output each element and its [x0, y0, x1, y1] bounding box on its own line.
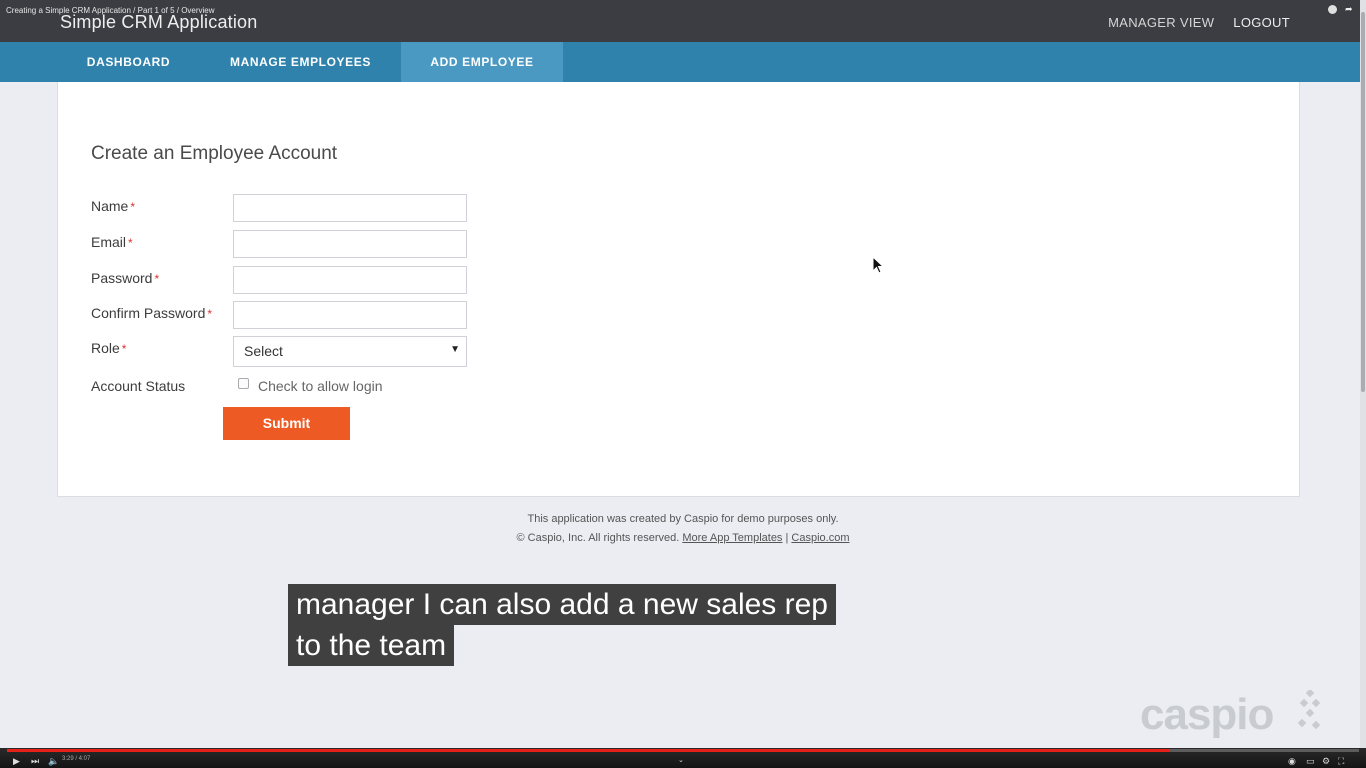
allow-login-checkbox[interactable]: [238, 378, 249, 389]
copyright-text: © Caspio, Inc. All rights reserved.: [516, 532, 680, 544]
autoplay-icon[interactable]: ◉: [1288, 756, 1296, 767]
play-icon[interactable]: ▶: [13, 756, 20, 767]
email-label: Email *: [91, 234, 133, 250]
scrollbar-thumb[interactable]: [1361, 12, 1365, 392]
caspio-link[interactable]: Caspio.com: [791, 532, 849, 544]
caspio-watermark-logo: caspio: [1140, 690, 1274, 739]
required-mark: *: [121, 342, 127, 356]
confirm-password-field[interactable]: [233, 301, 467, 329]
video-time: 3:29 / 4:07: [62, 756, 91, 762]
role-select[interactable]: Select ▼: [233, 336, 467, 367]
footer-disclaimer: This application was created by Caspio f…: [527, 513, 839, 525]
header-links: MANAGER VIEW LOGOUT: [1108, 15, 1290, 30]
main-nav: DASHBOARD MANAGE EMPLOYEES ADD EMPLOYEE: [0, 42, 1366, 82]
app-header: Creating a Simple CRM Application / Part…: [0, 0, 1366, 42]
email-field[interactable]: [233, 230, 467, 258]
caption-line-2: to the team: [288, 625, 455, 666]
footer-links: © Caspio, Inc. All rights reserved. More…: [0, 532, 1366, 544]
nav-add-employee[interactable]: ADD EMPLOYEE: [401, 42, 563, 82]
password-field[interactable]: [233, 266, 467, 294]
video-caption: manager I can also add a new sales rep t…: [288, 584, 836, 666]
required-mark: *: [130, 200, 136, 214]
logout-link[interactable]: LOGOUT: [1233, 15, 1290, 30]
captions-icon[interactable]: ▭: [1306, 756, 1315, 767]
app-title[interactable]: Simple CRM Application: [60, 12, 257, 33]
name-label: Name *: [91, 198, 136, 214]
caspio-watermark-icon: [1297, 690, 1321, 730]
next-icon[interactable]: ⏭: [31, 756, 39, 767]
confirm-password-label: Confirm Password *: [91, 305, 213, 321]
video-progress-bar[interactable]: [7, 749, 1359, 752]
volume-icon[interactable]: 🔈: [48, 756, 59, 767]
caption-line-1: manager I can also add a new sales rep: [288, 584, 836, 625]
name-field[interactable]: [233, 194, 467, 222]
video-player-controls: ▶ ⏭ 🔈 3:29 / 4:07 ⌄ ◉ ▭ ⚙ ⛶: [0, 748, 1366, 768]
password-label: Password *: [91, 270, 160, 286]
more-app-templates-link[interactable]: More App Templates: [682, 532, 782, 544]
share-icon[interactable]: ➦: [1345, 5, 1354, 14]
form-title: Create an Employee Account: [91, 143, 338, 164]
role-selected-value: Select: [244, 343, 283, 359]
footer-separator: |: [785, 532, 789, 544]
clock-icon[interactable]: [1328, 5, 1337, 14]
fullscreen-icon[interactable]: ⛶: [1338, 756, 1344, 767]
dropdown-arrow-icon: ▼: [450, 344, 460, 355]
settings-icon[interactable]: ⚙: [1322, 756, 1330, 767]
chevron-down-icon[interactable]: ⌄: [678, 756, 684, 764]
video-top-icons: ➦: [1328, 5, 1354, 14]
mouse-cursor-icon: [872, 256, 884, 274]
video-progress-fill: [7, 749, 1170, 752]
account-status-label: Account Status: [91, 378, 186, 394]
nav-manage-employees[interactable]: MANAGE EMPLOYEES: [213, 42, 388, 82]
nav-dashboard[interactable]: DASHBOARD: [70, 42, 187, 82]
form-card: Create an Employee Account Name * Email * …: [57, 82, 1300, 497]
role-label: Role *: [91, 340, 127, 356]
required-mark: *: [128, 236, 133, 250]
allow-login-label[interactable]: Check to allow login: [258, 378, 383, 394]
manager-view-link[interactable]: MANAGER VIEW: [1108, 15, 1214, 30]
submit-button[interactable]: Submit: [223, 407, 350, 440]
required-mark: *: [154, 272, 160, 286]
required-mark: *: [207, 307, 213, 321]
page-scrollbar[interactable]: [1360, 0, 1366, 748]
